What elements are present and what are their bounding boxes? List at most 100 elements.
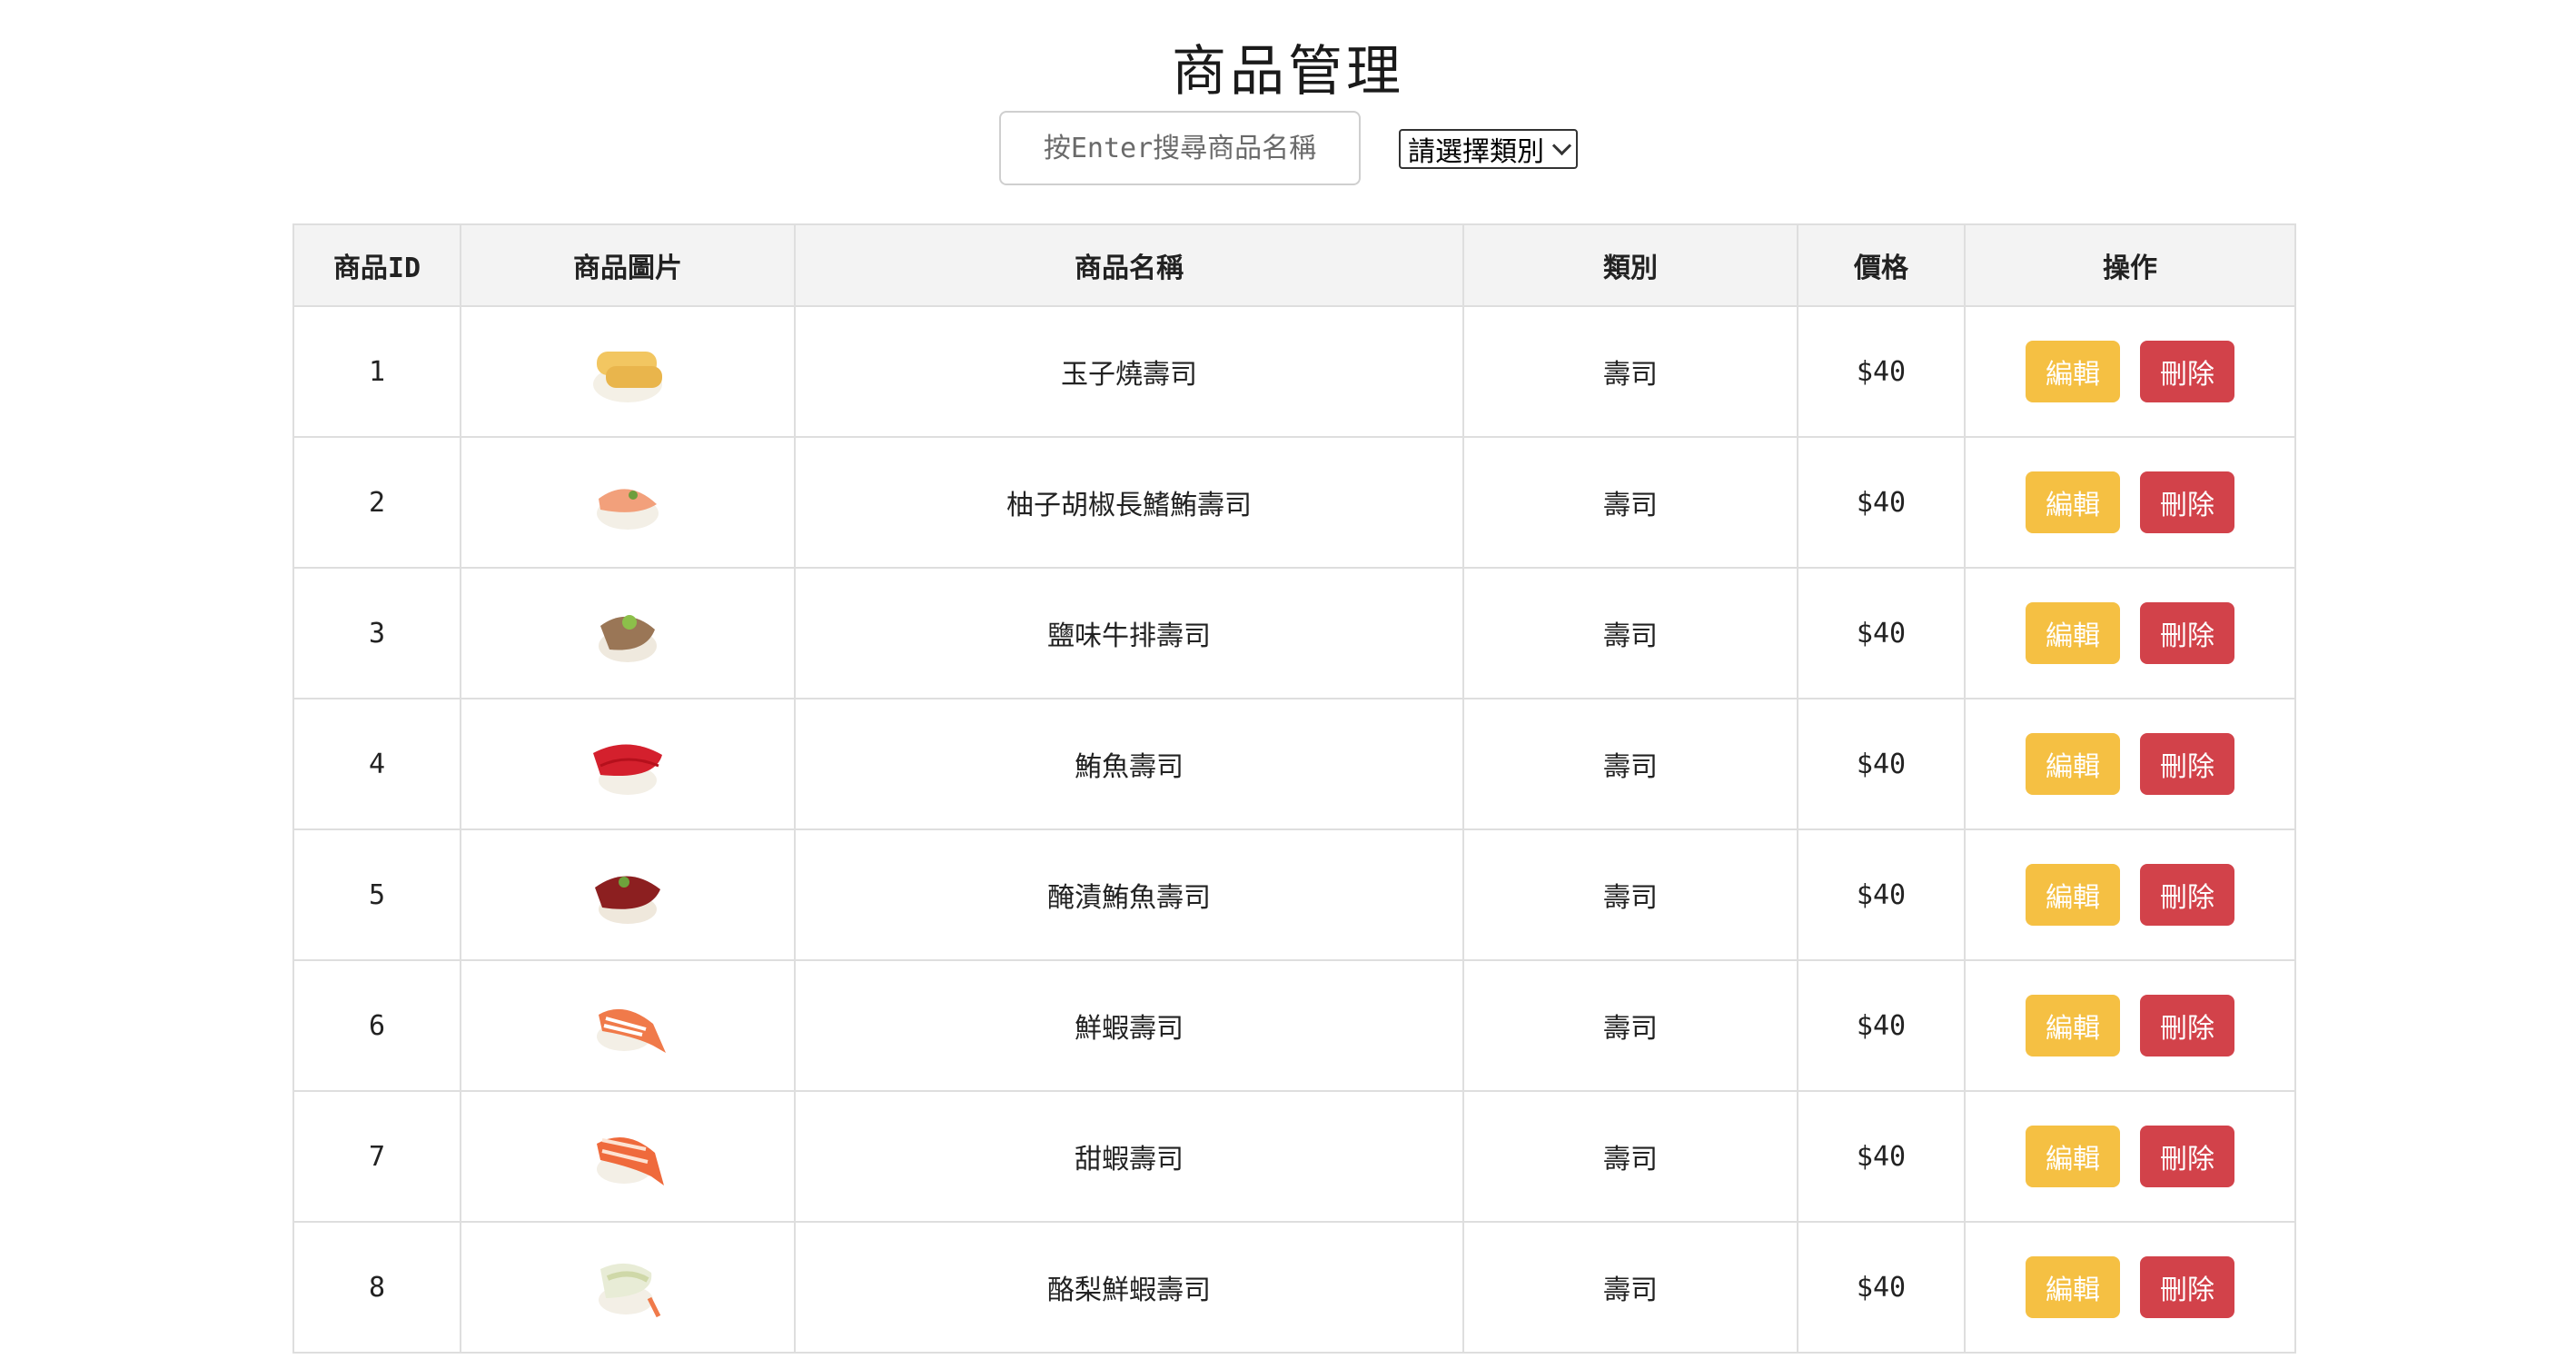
cell-price: $40 [1797,436,1966,569]
cell-actions: 編輯 刪除 [1964,959,2296,1092]
cell-product-image [460,1221,796,1354]
cell-category: 壽司 [1462,567,1798,699]
category-select[interactable]: 請選擇類別 [1399,129,1578,169]
cell-product-name: 鹽味牛排壽司 [794,567,1464,699]
cell-product-id: 6 [292,959,461,1092]
cell-actions: 編輯 刪除 [1964,698,2296,830]
product-table: 商品ID 商品圖片 商品名稱 類別 價格 操作 1 玉子燒壽司 壽司 $40 編… [292,223,2296,1354]
row-actions: 編輯 刪除 [1967,864,2294,926]
cell-product-id: 7 [292,1090,461,1223]
delete-button[interactable]: 刪除 [2140,995,2234,1056]
sushi-image [599,1263,661,1318]
cell-product-name: 甜蝦壽司 [794,1090,1464,1223]
chevron-down-icon [1551,135,1572,155]
cell-price: $40 [1797,305,1966,438]
row-actions: 編輯 刪除 [1967,995,2294,1056]
header-product-id: 商品ID [292,223,461,307]
cell-product-image [460,436,796,569]
cell-category: 壽司 [1462,698,1798,830]
cell-product-id: 8 [292,1221,461,1354]
cell-product-image [460,959,796,1092]
table-header-row: 商品ID 商品圖片 商品名稱 類別 價格 操作 [292,223,2296,307]
category-select-value: 請選擇類別 [1408,136,1544,168]
edit-button[interactable]: 編輯 [2026,1256,2120,1318]
cell-product-id: 5 [292,828,461,961]
cell-product-id: 1 [292,305,461,438]
cell-product-id: 2 [292,436,461,569]
cell-category: 壽司 [1462,436,1798,569]
delete-button[interactable]: 刪除 [2140,864,2234,926]
sushi-image [599,615,657,662]
edit-button[interactable]: 編輯 [2026,471,2120,533]
edit-button[interactable]: 編輯 [2026,995,2120,1056]
header-category: 類別 [1462,223,1798,307]
row-actions: 編輯 刪除 [1967,341,2294,402]
cell-product-name: 柚子胡椒長鰭鮪壽司 [794,436,1464,569]
edit-button[interactable]: 編輯 [2026,341,2120,402]
cell-product-id: 4 [292,698,461,830]
edit-button[interactable]: 編輯 [2026,1126,2120,1187]
cell-price: $40 [1797,959,1966,1092]
sushi-image [597,489,659,530]
cell-product-image [460,828,796,961]
sushi-image [593,352,662,402]
table-row: 7 甜蝦壽司 壽司 $40 編輯 刪除 [292,1090,2296,1223]
delete-button[interactable]: 刪除 [2140,1126,2234,1187]
header-product-image: 商品圖片 [460,223,796,307]
cell-price: $40 [1797,567,1966,699]
cell-category: 壽司 [1462,959,1798,1092]
delete-button[interactable]: 刪除 [2140,341,2234,402]
page-title: 商品管理 [1172,40,1404,104]
sushi-image [597,1008,666,1053]
cell-price: $40 [1797,698,1966,830]
cell-price: $40 [1797,1090,1966,1223]
edit-button[interactable]: 編輯 [2026,602,2120,664]
table-row: 3 鹽味牛排壽司 壽司 $40 編輯 刪除 [292,567,2296,699]
table-row: 8 酪梨鮮蝦壽司 壽司 $40 編輯 刪除 [292,1221,2296,1354]
cell-product-name: 酪梨鮮蝦壽司 [794,1221,1464,1354]
cell-actions: 編輯 刪除 [1964,1221,2296,1354]
row-actions: 編輯 刪除 [1967,733,2294,795]
row-actions: 編輯 刪除 [1967,471,2294,533]
header-product-name: 商品名稱 [794,223,1464,307]
search-input[interactable] [999,111,1361,185]
table-row: 2 柚子胡椒長鰭鮪壽司 壽司 $40 編輯 刪除 [292,436,2296,569]
cell-product-image [460,698,796,830]
row-actions: 編輯 刪除 [1967,1126,2294,1187]
cell-actions: 編輯 刪除 [1964,305,2296,438]
edit-button[interactable]: 編輯 [2026,864,2120,926]
table-row: 4 鮪魚壽司 壽司 $40 編輯 刪除 [292,698,2296,830]
row-actions: 編輯 刪除 [1967,602,2294,664]
cell-product-name: 醃漬鮪魚壽司 [794,828,1464,961]
cell-product-image [460,305,796,438]
product-management-page: 商品管理 請選擇類別 商品ID 商品圖片 商品名稱 類別 價格 操作 1 [0,0,2576,1359]
row-actions: 編輯 刪除 [1967,1256,2294,1318]
cell-price: $40 [1797,828,1966,961]
table-row: 6 鮮蝦壽司 壽司 $40 編輯 刪除 [292,959,2296,1092]
delete-button[interactable]: 刪除 [2140,1256,2234,1318]
cell-product-id: 3 [292,567,461,699]
cell-product-name: 鮪魚壽司 [794,698,1464,830]
table-row: 5 醃漬鮪魚壽司 壽司 $40 編輯 刪除 [292,828,2296,961]
cell-category: 壽司 [1462,305,1798,438]
table-row: 1 玉子燒壽司 壽司 $40 編輯 刪除 [292,305,2296,438]
cell-category: 壽司 [1462,828,1798,961]
cell-actions: 編輯 刪除 [1964,1090,2296,1223]
header-actions: 操作 [1964,223,2296,307]
delete-button[interactable]: 刪除 [2140,602,2234,664]
cell-product-image [460,567,796,699]
cell-category: 壽司 [1462,1221,1798,1354]
cell-actions: 編輯 刪除 [1964,567,2296,699]
cell-category: 壽司 [1462,1090,1798,1223]
cell-product-name: 玉子燒壽司 [794,305,1464,438]
edit-button[interactable]: 編輯 [2026,733,2120,795]
delete-button[interactable]: 刪除 [2140,471,2234,533]
cell-product-image [460,1090,796,1223]
sushi-image [597,1136,664,1185]
sushi-image [595,876,660,924]
cell-actions: 編輯 刪除 [1964,828,2296,961]
cell-actions: 編輯 刪除 [1964,436,2296,569]
delete-button[interactable]: 刪除 [2140,733,2234,795]
cell-price: $40 [1797,1221,1966,1354]
sushi-image [593,744,662,795]
